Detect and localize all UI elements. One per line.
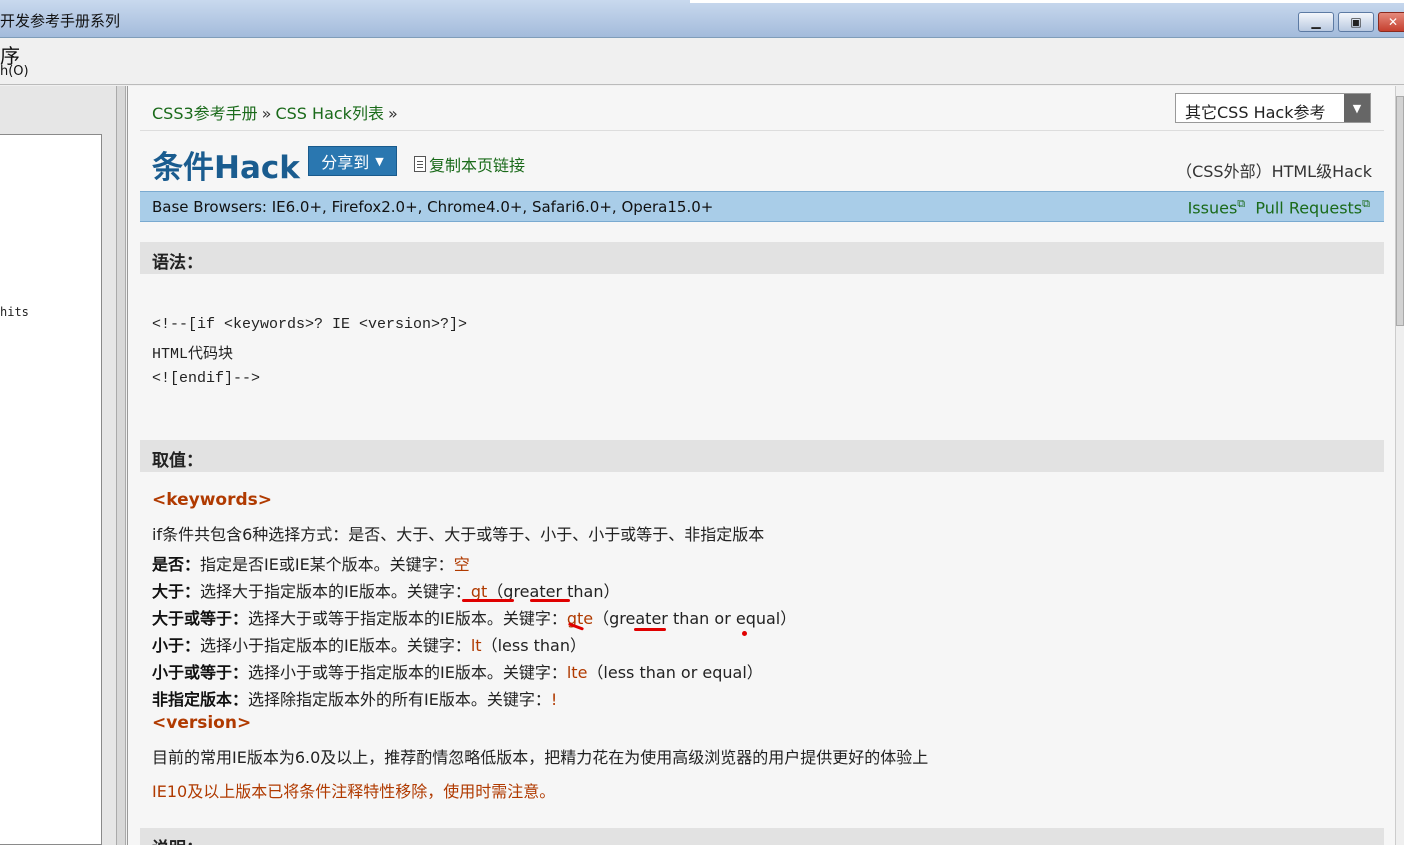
left-navigation-pane: hits xyxy=(0,86,116,845)
values-heading: 取值： xyxy=(152,451,203,471)
base-browsers-text: Base Browsers: IE6.0+, Firefox2.0+, Chro… xyxy=(152,198,714,216)
repo-links: Issues⧉ Pull Requests⧉ xyxy=(1188,197,1370,217)
keyword-row: 小于或等于：选择小于或等于指定版本的IE版本。关键字：lte（less than… xyxy=(152,663,763,682)
minimize-icon: ▁ xyxy=(1311,15,1321,29)
breadcrumb-link-hack-list[interactable]: CSS Hack列表 xyxy=(275,104,383,123)
copy-page-link[interactable]: 复制本页链接 xyxy=(414,152,525,176)
other-hack-select-label: 其它CSS Hack参考 xyxy=(1185,103,1326,122)
divider xyxy=(140,130,1384,131)
caret-down-icon: ▼ xyxy=(375,154,384,168)
chevron-down-icon: ▼ xyxy=(1344,94,1370,122)
close-button[interactable]: ✕ xyxy=(1378,12,1404,32)
code-line: <![endif]--> xyxy=(152,370,261,387)
annotation-underline xyxy=(462,599,514,602)
minimize-button[interactable]: ▁ xyxy=(1298,12,1334,32)
values-section-header: 取值： xyxy=(140,440,1384,472)
external-link-icon: ⧉ xyxy=(1362,197,1370,210)
breadcrumb-link-css3[interactable]: CSS3参考手册 xyxy=(152,104,258,123)
close-icon: ✕ xyxy=(1387,15,1399,29)
keyword-row: 是否：指定是否IE或IE某个版本。关键字：空 xyxy=(152,555,470,574)
external-link-icon: ⧉ xyxy=(1237,197,1246,210)
keyword-row: 小于：选择小于指定版本的IE版本。关键字：lt（less than） xyxy=(152,636,586,655)
vertical-scrollbar[interactable] xyxy=(1395,86,1404,845)
copy-page-link-label: 复制本页链接 xyxy=(429,156,526,175)
share-button-label: 分享到 xyxy=(321,153,370,172)
content-frame: CSS3参考手册» CSS Hack列表» 其它CSS Hack参考 ▼ 条件Ha… xyxy=(127,86,1396,845)
pane-splitter[interactable] xyxy=(116,86,126,845)
version-heading: <version> xyxy=(152,713,252,733)
title-bar-highlight xyxy=(690,0,1404,3)
scrollbar-thumb[interactable] xyxy=(1396,96,1404,326)
keyword-row: 非指定版本：选择除指定版本外的所有IE版本。关键字：! xyxy=(152,690,558,709)
tree-item-fragment[interactable]: hits xyxy=(0,305,29,319)
navigation-tree[interactable]: hits xyxy=(0,134,102,845)
breadcrumb-separator: » xyxy=(387,104,398,123)
annotation-underline xyxy=(634,628,666,631)
share-button[interactable]: 分享到 ▼ xyxy=(308,146,397,176)
pull-requests-link[interactable]: Pull Requests xyxy=(1255,198,1362,217)
keyword-row: 大于或等于：选择大于或等于指定版本的IE版本。关键字：gte（greater t… xyxy=(152,609,797,628)
hack-level-label: （CSS外部）HTML级Hack xyxy=(1176,162,1372,181)
code-line: <!--[if <keywords>? IE <version>?]> xyxy=(152,316,468,333)
page-title: 条件Hack xyxy=(152,150,300,186)
annotation-underline xyxy=(530,599,570,602)
keywords-heading: <keywords> xyxy=(152,490,273,510)
notes-heading: 说明： xyxy=(152,834,203,845)
breadcrumb-separator: » xyxy=(261,104,272,123)
menu-bar: 序 h(O) xyxy=(0,38,1404,85)
other-hack-select[interactable]: 其它CSS Hack参考 ▼ xyxy=(1175,93,1371,123)
code-line: HTML代码块 xyxy=(152,346,234,363)
document-icon xyxy=(414,156,426,172)
removal-warning: IE10及以上版本已将条件注释特性移除，使用时需注意。 xyxy=(152,782,556,801)
annotation-dot xyxy=(742,631,747,636)
breadcrumb: CSS3参考手册» CSS Hack列表» xyxy=(152,100,402,124)
maximize-icon: ▣ xyxy=(1350,15,1362,29)
syntax-heading: 语法： xyxy=(152,253,203,273)
base-browsers-bar: Base Browsers: IE6.0+, Firefox2.0+, Chro… xyxy=(140,191,1384,222)
version-description: 目前的常用IE版本为6.0及以上，推荐酌情忽略低版本，把精力花在为使用高级浏览器… xyxy=(152,748,929,767)
maximize-button[interactable]: ▣ xyxy=(1338,12,1374,32)
menu-item-partial-label[interactable]: h(O) xyxy=(0,64,29,79)
keywords-intro: if条件共包含6种选择方式：是否、大于、大于或等于、小于、小于或等于、非指定版本 xyxy=(152,525,765,544)
title-bar: 开发参考手册系列 ▁ ▣ ✕ xyxy=(0,0,1404,38)
issues-link[interactable]: Issues xyxy=(1188,198,1238,217)
notes-section-header: 说明： xyxy=(140,828,1384,845)
syntax-section-header: 语法： xyxy=(140,242,1384,274)
window-title: 开发参考手册系列 xyxy=(0,12,121,30)
